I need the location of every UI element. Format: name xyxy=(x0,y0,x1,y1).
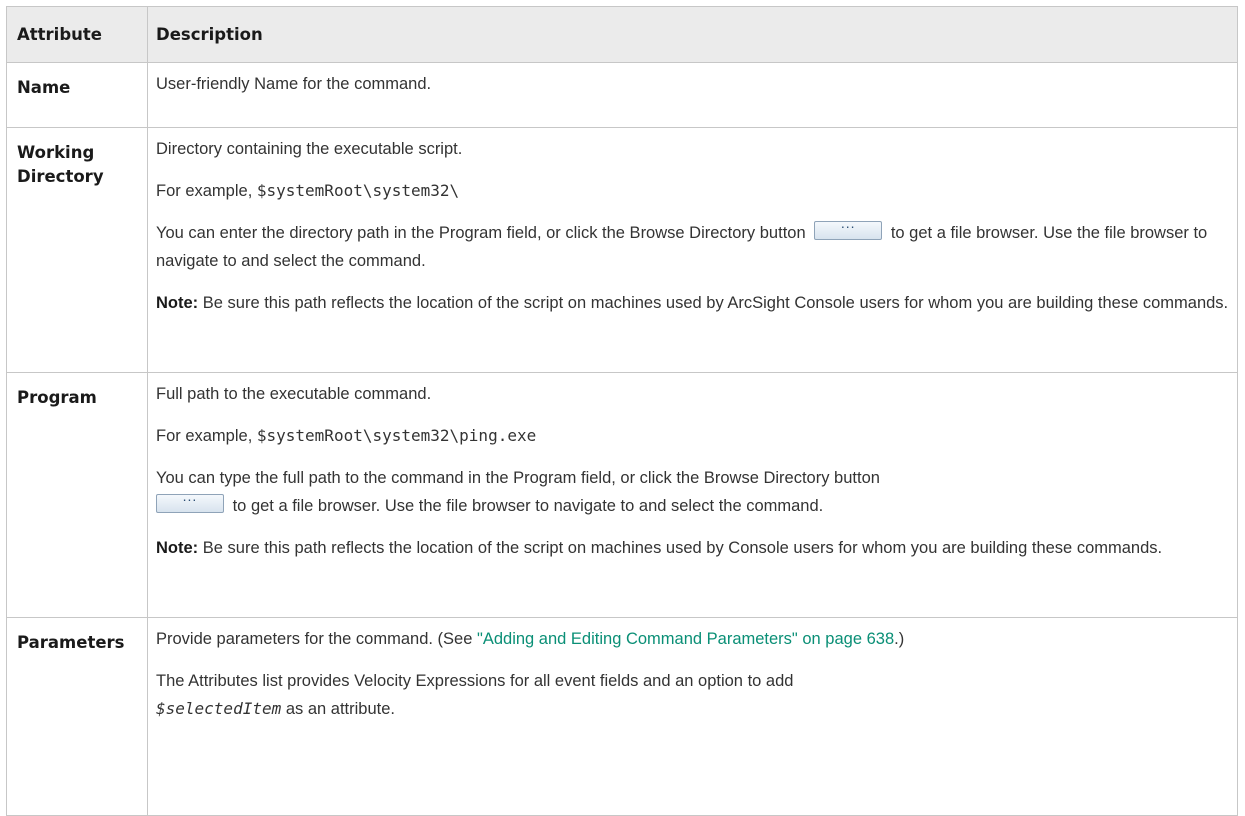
program-note-text: Be sure this path reflects the location … xyxy=(198,539,1163,557)
header-description: Description xyxy=(147,6,1238,63)
working-note: Note: Be sure this path reflects the loc… xyxy=(156,289,1229,317)
parameters-p2: The Attributes list provides Velocity Ex… xyxy=(156,667,1229,723)
attribute-parameters: Parameters xyxy=(6,617,148,816)
parameters-p2-code: $selectedItem xyxy=(156,699,282,718)
program-p3-after: to get a file browser. Use the file brow… xyxy=(232,497,824,515)
browse-directory-button[interactable]: ... xyxy=(814,215,883,240)
description-parameters: Provide parameters for the command. (See… xyxy=(147,617,1238,816)
parameters-link[interactable]: "Adding and Editing Command Parameters" … xyxy=(477,630,894,648)
header-attribute: Attribute xyxy=(6,6,148,63)
program-example-prefix: For example, xyxy=(156,427,257,445)
table-header-row: Attribute Description xyxy=(6,6,1238,63)
browse-button-ellipsis: ... xyxy=(840,215,856,231)
program-p1: Full path to the executable command. xyxy=(156,385,432,403)
name-description-text: User-friendly Name for the command. xyxy=(156,75,432,93)
attribute-name: Name xyxy=(6,62,148,128)
attribute-working-line2: Directory xyxy=(17,167,104,186)
description-working-directory: Directory containing the executable scri… xyxy=(147,127,1238,373)
working-p2: For example, $systemRoot\system32\ xyxy=(156,177,1229,205)
table-row-parameters: Parameters Provide parameters for the co… xyxy=(6,617,1238,816)
attribute-working-line1: Working xyxy=(17,143,95,162)
parameters-p2-before: The Attributes list provides Velocity Ex… xyxy=(156,672,794,690)
attribute-working-directory: Working Directory xyxy=(6,127,148,373)
working-example-prefix: For example, xyxy=(156,182,257,200)
working-p3: You can enter the directory path in the … xyxy=(156,215,1229,275)
attributes-table: Attribute Description Name User-friendly… xyxy=(6,6,1238,816)
table-row-working-directory: Working Directory Directory containing t… xyxy=(6,127,1238,373)
program-example-code: $systemRoot\system32\ping.exe xyxy=(256,426,537,445)
parameters-p1-before: Provide parameters for the command. (See xyxy=(156,630,477,648)
parameters-p2-after: as an attribute. xyxy=(281,700,395,718)
browse-button-ellipsis: ... xyxy=(182,488,198,504)
working-note-label: Note: xyxy=(156,294,199,312)
browse-directory-button-program[interactable]: ... xyxy=(156,488,224,513)
parameters-p1: Provide parameters for the command. (See… xyxy=(156,625,1229,653)
attribute-program: Program xyxy=(6,372,148,618)
program-p3: You can type the full path to the comman… xyxy=(156,464,1229,520)
table-row-name: Name User-friendly Name for the command. xyxy=(6,62,1238,128)
program-p3-before: You can type the full path to the comman… xyxy=(156,469,880,487)
program-note-label: Note: xyxy=(156,539,199,557)
description-name: User-friendly Name for the command. xyxy=(147,62,1238,128)
description-program: Full path to the executable command. For… xyxy=(147,372,1238,618)
working-example-code: $systemRoot\system32\ xyxy=(256,181,460,200)
working-note-text: Be sure this path reflects the location … xyxy=(198,294,1229,312)
parameters-p1-after: .) xyxy=(894,630,905,648)
table-row-program: Program Full path to the executable comm… xyxy=(6,372,1238,618)
working-p1: Directory containing the executable scri… xyxy=(156,140,463,158)
program-p2: For example, $systemRoot\system32\ping.e… xyxy=(156,422,1229,450)
working-p3-before: You can enter the directory path in the … xyxy=(156,224,806,242)
program-note: Note: Be sure this path reflects the loc… xyxy=(156,534,1229,562)
